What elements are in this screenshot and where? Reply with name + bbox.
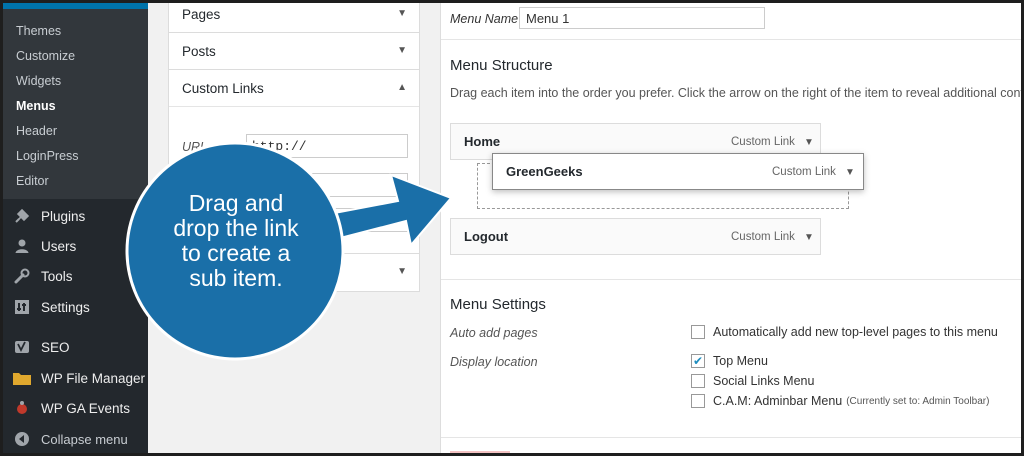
location-label: Top Menu xyxy=(713,354,768,368)
callout-line: Drag and xyxy=(188,190,284,216)
menu-structure-help: Drag each item into the order you prefer… xyxy=(450,86,1024,100)
display-location-label: Display location xyxy=(450,355,538,369)
user-icon xyxy=(13,238,31,254)
sidebar-item-label: SEO xyxy=(41,339,70,355)
auto-add-option[interactable]: Automatically add new top-level pages to… xyxy=(691,325,998,339)
sidebar-item-wp-file-manager[interactable]: WP File Manager xyxy=(3,363,148,393)
menu-item-greengeeks[interactable]: GreenGeeks Custom Link ▼ xyxy=(492,153,864,190)
menu-item-title: Logout xyxy=(464,229,509,244)
submenu-item-editor[interactable]: Editor xyxy=(16,174,49,188)
header-divider xyxy=(441,39,1021,40)
menu-settings-title: Menu Settings xyxy=(450,296,546,313)
menu-name-input[interactable]: Menu 1 xyxy=(519,7,765,29)
auto-add-option-label: Automatically add new top-level pages to… xyxy=(713,325,998,339)
folder-icon xyxy=(13,370,31,386)
submenu-item-header[interactable]: Header xyxy=(16,124,57,138)
chevron-down-icon: ▼ xyxy=(397,45,407,56)
admin-sidebar: Themes Customize Widgets Menus Header Lo… xyxy=(3,3,148,453)
location-top-menu[interactable]: ✔ Top Menu xyxy=(691,354,768,368)
accordion-pages[interactable]: Pages ▼ xyxy=(168,3,420,34)
callout-line: to create a xyxy=(181,240,291,266)
chevron-up-icon: ▲ xyxy=(397,82,407,93)
submenu-item-loginpress[interactable]: LoginPress xyxy=(16,149,79,163)
accordion-posts[interactable]: Posts ▼ xyxy=(168,32,420,71)
accordion-custom-links-header[interactable]: Custom Links ▲ xyxy=(169,70,419,107)
url-input[interactable]: http:// xyxy=(246,134,408,158)
menu-item-type: Custom Link xyxy=(772,165,836,178)
chevron-down-icon: ▼ xyxy=(397,266,407,277)
submenu-item-themes[interactable]: Themes xyxy=(16,24,61,38)
settings-divider xyxy=(441,279,1021,280)
callout-line: drop the link xyxy=(173,215,299,241)
social-links-checkbox[interactable] xyxy=(691,374,705,388)
sidebar-item-wp-ga-events[interactable]: WP GA Events xyxy=(3,393,148,423)
menu-item-type: Custom Link xyxy=(731,230,795,243)
chevron-down-icon[interactable]: ▼ xyxy=(804,137,814,148)
sidebar-item-label: Settings xyxy=(41,299,90,315)
ga-events-icon xyxy=(13,400,31,416)
sidebar-item-label: Tools xyxy=(41,268,73,284)
yoast-icon xyxy=(13,339,31,355)
location-adminbar-menu[interactable]: C.A.M: Adminbar Menu (Currently set to: … xyxy=(691,394,989,408)
sidebar-item-tools[interactable]: Tools xyxy=(3,261,148,291)
appearance-submenu: Themes Customize Widgets Menus Header Lo… xyxy=(3,9,148,199)
auto-add-checkbox[interactable] xyxy=(691,325,705,339)
collapse-menu-button[interactable]: Collapse menu xyxy=(3,424,148,453)
submenu-item-menus[interactable]: Menus xyxy=(16,99,56,113)
settings-icon xyxy=(13,299,31,315)
sidebar-item-label: Users xyxy=(41,238,77,254)
sidebar-item-label: WP File Manager xyxy=(41,370,146,386)
menu-item-title: Home xyxy=(464,134,501,149)
top-menu-checkbox[interactable]: ✔ xyxy=(691,354,705,368)
screenshot-frame: Themes Customize Widgets Menus Header Lo… xyxy=(0,0,1024,456)
menu-item-type: Custom Link xyxy=(731,135,795,148)
sidebar-item-label: WP GA Events xyxy=(41,400,131,416)
chevron-down-icon: ▼ xyxy=(397,8,407,19)
callout-line: sub item. xyxy=(189,265,283,291)
sidebar-item-users[interactable]: Users xyxy=(3,231,148,261)
menu-item-title: GreenGeeks xyxy=(506,164,583,179)
collapse-icon xyxy=(13,431,31,447)
sidebar-item-label: Plugins xyxy=(41,208,86,224)
footer-divider xyxy=(441,437,1021,438)
chevron-down-icon[interactable]: ▼ xyxy=(804,232,814,243)
plug-icon xyxy=(13,208,31,224)
submenu-item-widgets[interactable]: Widgets xyxy=(16,74,61,88)
callout-text: Drag and drop the link to create a sub i… xyxy=(151,191,321,291)
accordion-posts-header[interactable]: Posts ▼ xyxy=(169,33,419,70)
accordion-pages-title: Pages xyxy=(182,7,221,22)
location-note: (Currently set to: Admin Toolbar) xyxy=(846,395,990,407)
sidebar-item-plugins[interactable]: Plugins xyxy=(3,201,148,231)
delete-menu-link[interactable] xyxy=(450,451,510,453)
url-label: URL xyxy=(182,140,208,154)
collapse-menu-label: Collapse menu xyxy=(41,431,128,447)
location-label: Social Links Menu xyxy=(713,374,815,388)
accordion-pages-header[interactable]: Pages ▼ xyxy=(169,3,419,33)
menu-name-label: Menu Name xyxy=(450,12,519,26)
menu-item-logout[interactable]: Logout Custom Link ▼ xyxy=(450,218,821,255)
wrench-icon xyxy=(13,268,31,284)
auto-add-label: Auto add pages xyxy=(450,326,538,340)
accordion-custom-links-title: Custom Links xyxy=(182,80,264,96)
submenu-item-customize[interactable]: Customize xyxy=(16,49,75,63)
sidebar-item-seo[interactable]: SEO xyxy=(3,332,148,362)
menu-structure-title: Menu Structure xyxy=(450,57,553,74)
chevron-down-icon[interactable]: ▼ xyxy=(845,167,855,178)
location-label: C.A.M: Adminbar Menu xyxy=(713,394,843,408)
sidebar-item-settings[interactable]: Settings xyxy=(3,292,148,322)
adminbar-checkbox[interactable] xyxy=(691,394,705,408)
accordion-posts-title: Posts xyxy=(182,44,216,59)
menu-edit-panel: Menu Name Menu 1 Menu Structure Drag eac… xyxy=(440,3,1024,453)
location-social-links-menu[interactable]: Social Links Menu xyxy=(691,374,814,388)
